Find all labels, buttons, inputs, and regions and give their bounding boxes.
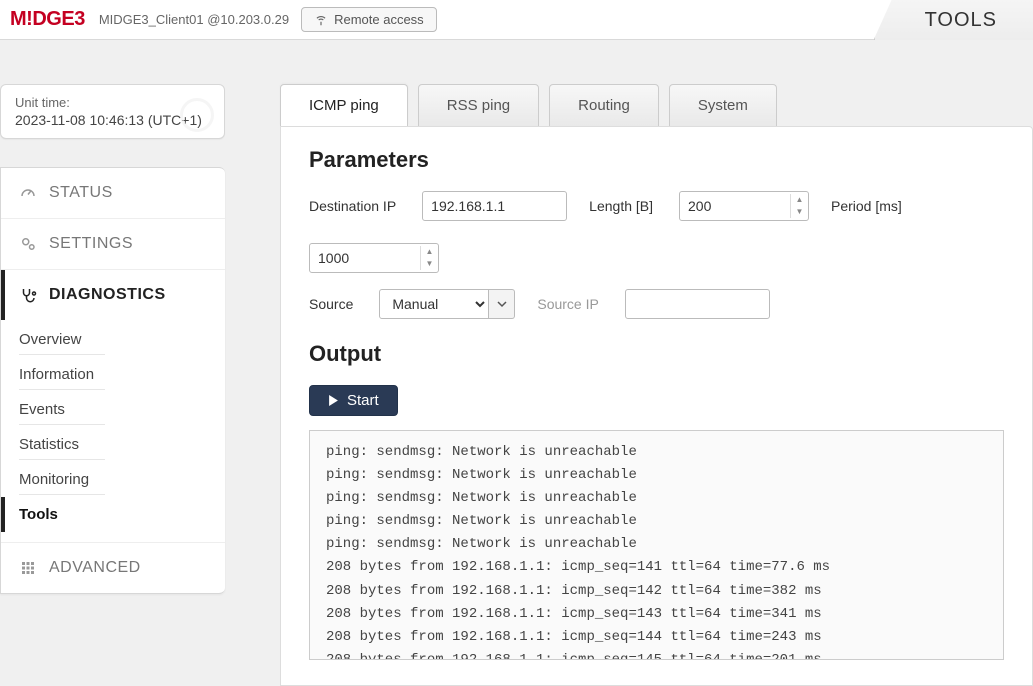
length-input[interactable]	[680, 192, 790, 220]
nav-section-status-label: STATUS	[49, 184, 113, 202]
nav-sub-tools[interactable]: Tools	[1, 497, 225, 532]
main: ICMP ping RSS ping Routing System Parame…	[280, 84, 1033, 646]
brand-logo: M!DGE3	[10, 8, 85, 31]
nav-sub-overview[interactable]: Overview	[1, 322, 225, 357]
nav-section-status[interactable]: STATUS	[1, 168, 225, 218]
nav-section-settings[interactable]: SETTINGS	[1, 218, 225, 269]
length-label: Length [B]	[589, 198, 653, 214]
nav-sub-statistics[interactable]: Statistics	[1, 427, 225, 462]
source-select[interactable]: Manual	[379, 289, 489, 319]
antenna-icon	[314, 13, 328, 27]
header-tools-label: TOOLS	[925, 9, 997, 32]
nav-section-diagnostics[interactable]: DIAGNOSTICS	[1, 269, 225, 320]
source-ip-label: Source IP	[537, 296, 598, 312]
nav-section-advanced[interactable]: ADVANCED	[1, 542, 225, 593]
chevron-down-icon[interactable]: ▼	[791, 206, 808, 218]
play-icon	[328, 395, 339, 406]
tab-icmp-ping[interactable]: ICMP ping	[280, 84, 408, 126]
stethoscope-icon	[19, 286, 37, 304]
output-console[interactable]: ping: sendmsg: Network is unreachable pi…	[309, 430, 1004, 660]
period-spin-buttons[interactable]: ▲▼	[420, 246, 438, 270]
remote-access-label: Remote access	[334, 12, 424, 27]
unit-time-label: Unit time:	[15, 95, 210, 110]
unit-time-value: 2023-11-08 10:46:13 (UTC+1)	[15, 112, 210, 128]
nav-section-diagnostics-label: DIAGNOSTICS	[49, 286, 166, 304]
period-input[interactable]	[310, 244, 420, 272]
source-dropdown-button[interactable]	[489, 289, 515, 319]
nav-section-advanced-label: ADVANCED	[49, 559, 141, 577]
nav-sub-events[interactable]: Events	[1, 392, 225, 427]
dest-ip-label: Destination IP	[309, 198, 396, 214]
gears-icon	[19, 235, 37, 253]
chevron-down-icon	[497, 299, 507, 309]
param-row-1: Destination IP Length [B] ▲▼ Period [ms]…	[309, 191, 1004, 273]
start-button[interactable]: Start	[309, 385, 398, 416]
length-spinbox[interactable]: ▲▼	[679, 191, 809, 221]
chevron-up-icon[interactable]: ▲	[791, 194, 808, 206]
grid-icon	[19, 559, 37, 577]
period-spinbox[interactable]: ▲▼	[309, 243, 439, 273]
tool-tabs: ICMP ping RSS ping Routing System	[280, 84, 1033, 126]
source-label: Source	[309, 296, 353, 312]
start-button-label: Start	[347, 392, 379, 409]
dest-ip-input[interactable]	[422, 191, 567, 221]
param-row-2: Source Manual Source IP	[309, 289, 1004, 319]
device-id: MIDGE3_Client01 @10.203.0.29	[99, 12, 289, 27]
header-tools-tab[interactable]: TOOLS	[874, 0, 1033, 40]
source-select-wrap[interactable]: Manual	[379, 289, 515, 319]
sidebar: Unit time: 2023-11-08 10:46:13 (UTC+1) S…	[0, 84, 225, 594]
remote-access-button[interactable]: Remote access	[301, 7, 437, 32]
length-spin-buttons[interactable]: ▲▼	[790, 194, 808, 218]
unit-time-card: Unit time: 2023-11-08 10:46:13 (UTC+1)	[0, 84, 225, 139]
tool-panel: Parameters Destination IP Length [B] ▲▼ …	[280, 126, 1033, 686]
source-ip-input[interactable]	[625, 289, 770, 319]
chevron-up-icon[interactable]: ▲	[421, 246, 438, 258]
nav-sub-monitoring[interactable]: Monitoring	[1, 462, 225, 497]
nav-sub-information[interactable]: Information	[1, 357, 225, 392]
gauge-icon	[19, 184, 37, 202]
topbar: M!DGE3 MIDGE3_Client01 @10.203.0.29 Remo…	[0, 0, 1033, 40]
nav-diagnostics-submenu: Overview Information Events Statistics M…	[1, 320, 225, 542]
nav-section-settings-label: SETTINGS	[49, 235, 133, 253]
nav: STATUS SETTINGS DIAGNOSTICS Overview Inf…	[0, 167, 225, 594]
tab-routing[interactable]: Routing	[549, 84, 659, 126]
tab-system[interactable]: System	[669, 84, 777, 126]
chevron-down-icon[interactable]: ▼	[421, 258, 438, 270]
output-heading: Output	[309, 341, 1004, 367]
period-label: Period [ms]	[831, 198, 902, 214]
parameters-heading: Parameters	[309, 147, 1004, 173]
tab-rss-ping[interactable]: RSS ping	[418, 84, 539, 126]
